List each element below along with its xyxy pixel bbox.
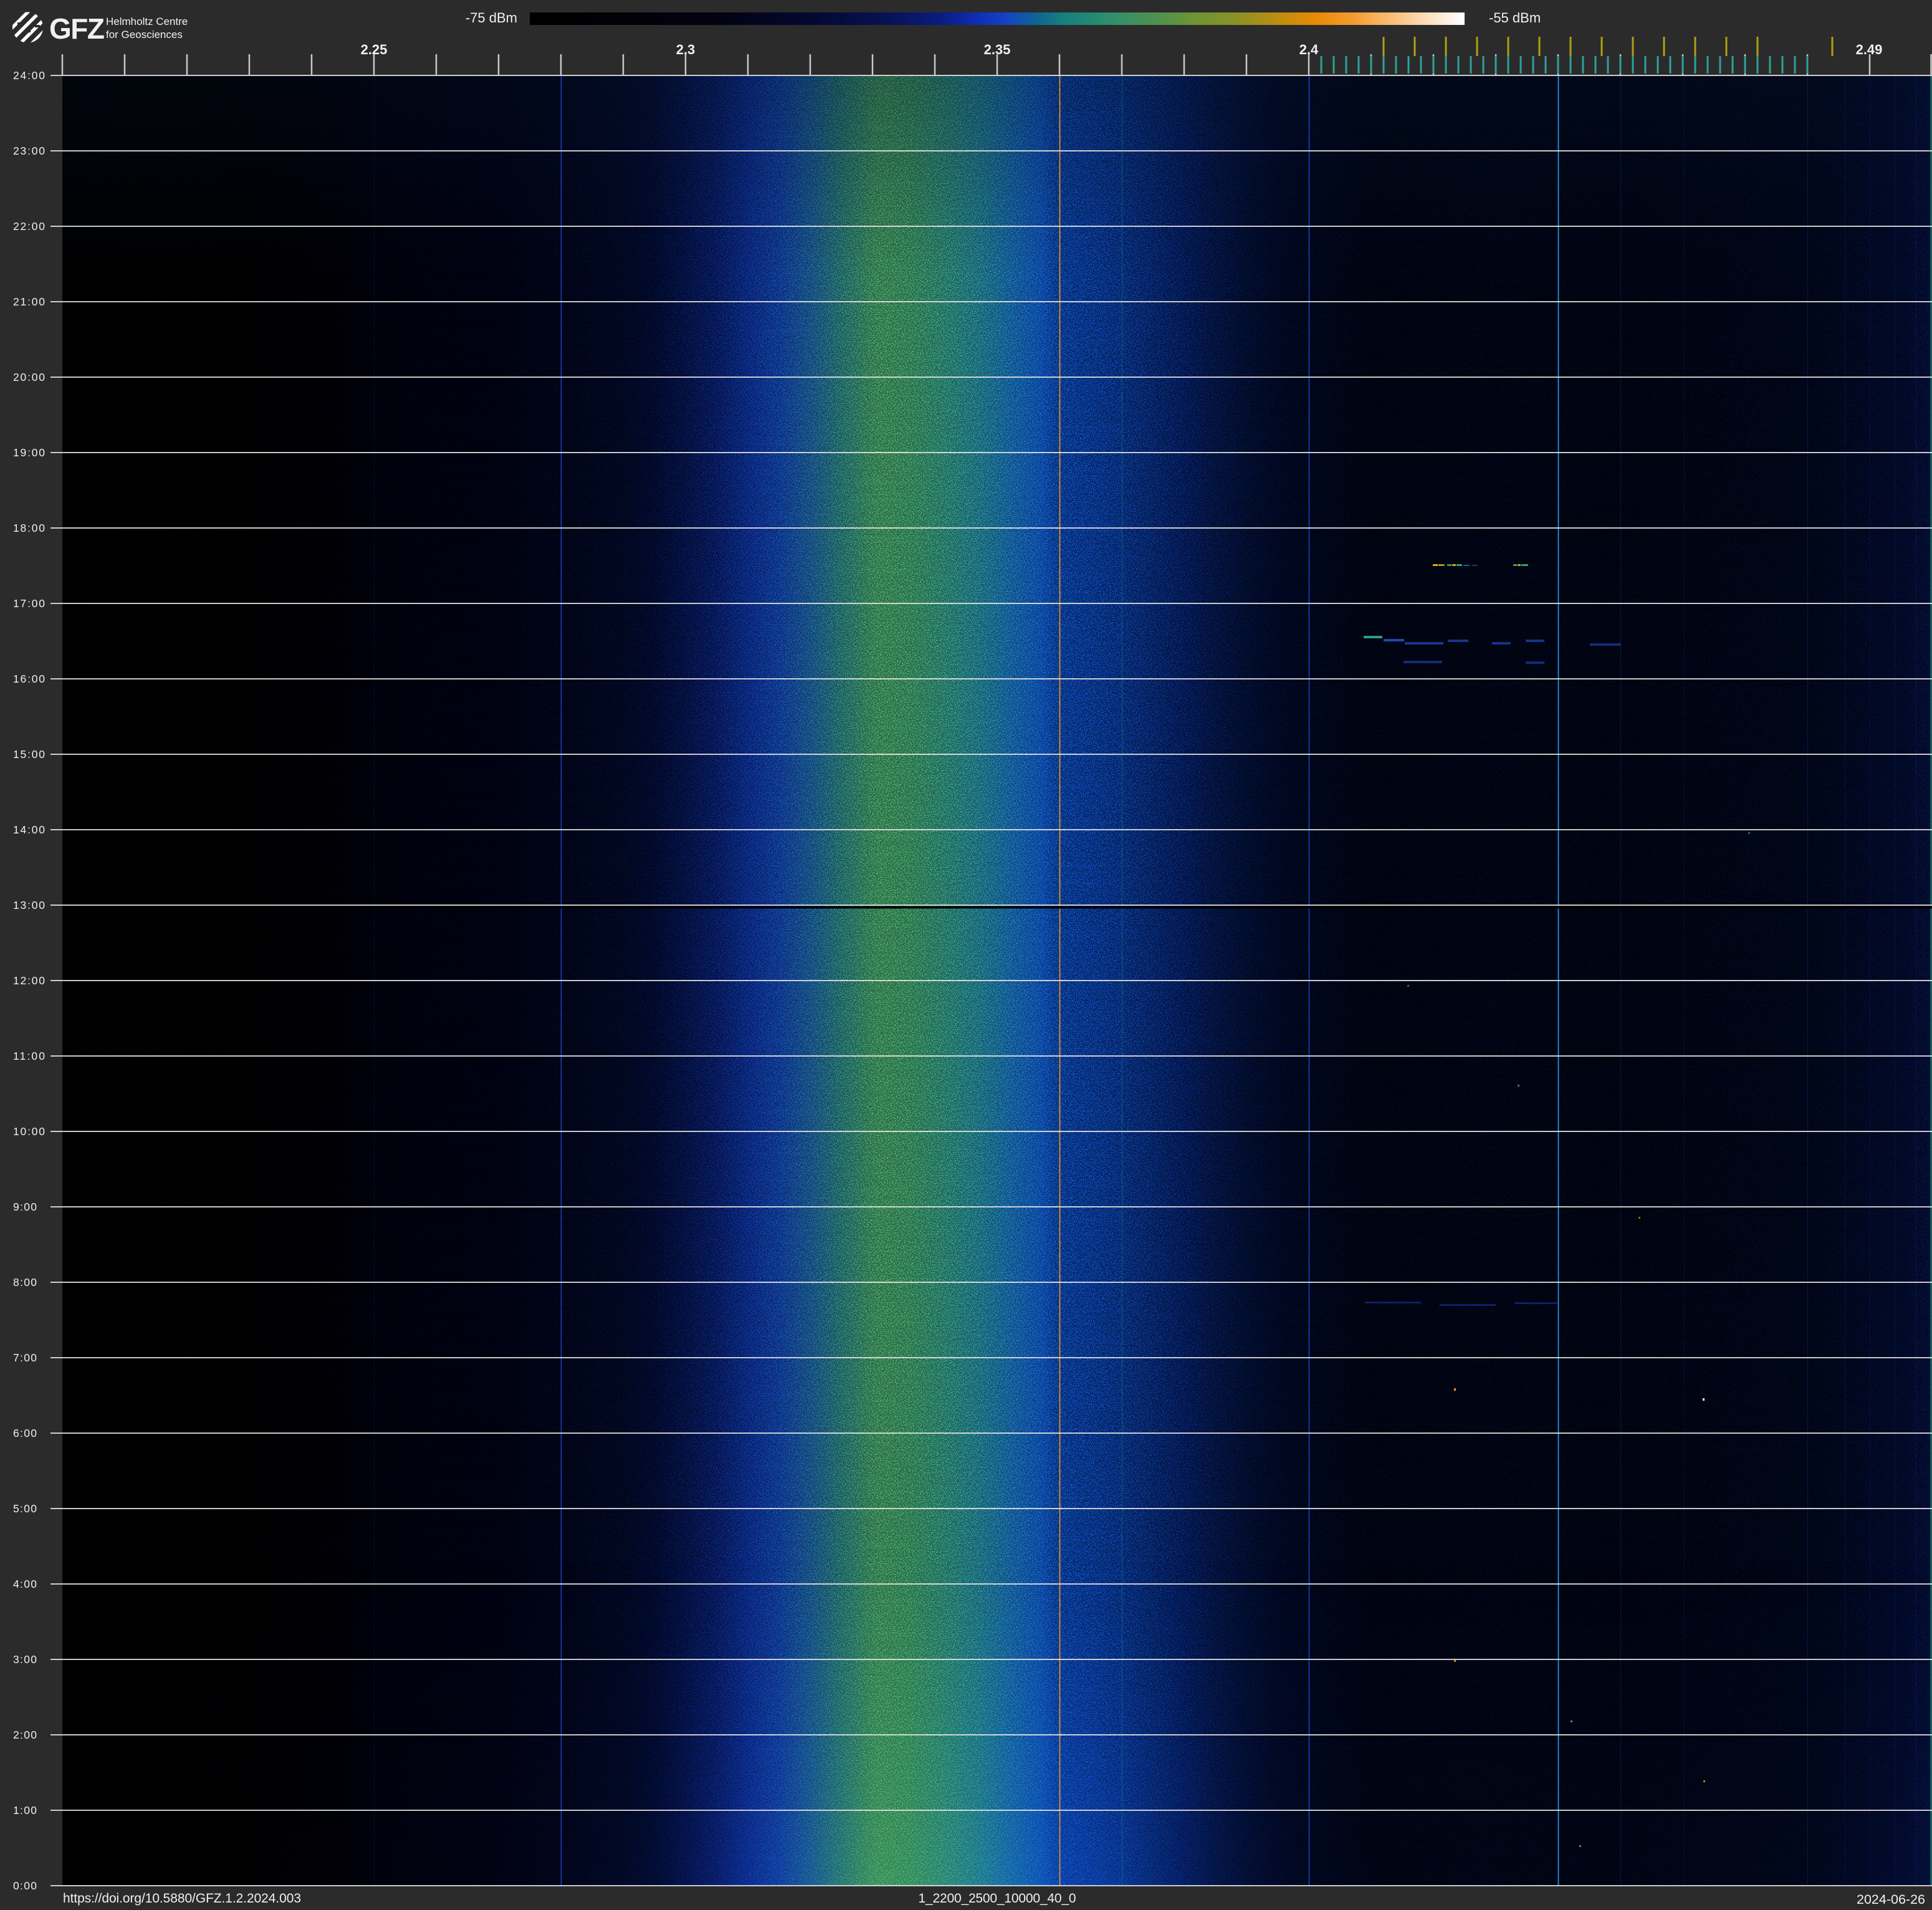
svg-text:1:00: 1:00 xyxy=(13,1804,37,1816)
svg-text:2.4: 2.4 xyxy=(1299,42,1319,57)
svg-text:9:00: 9:00 xyxy=(13,1201,37,1213)
svg-text:13:00: 13:00 xyxy=(13,899,45,911)
svg-text:-75 dBm: -75 dBm xyxy=(466,10,517,26)
svg-text:Helmholtz Centre: Helmholtz Centre xyxy=(106,16,188,27)
svg-text:5:00: 5:00 xyxy=(13,1502,37,1515)
svg-text:2.25: 2.25 xyxy=(361,42,388,57)
svg-text:https://doi.org/10.5880/GFZ.1.: https://doi.org/10.5880/GFZ.1.2.2024.003 xyxy=(63,1891,301,1906)
svg-text:7:00: 7:00 xyxy=(13,1351,37,1364)
svg-text:2.49: 2.49 xyxy=(1856,42,1883,57)
svg-text:16:00: 16:00 xyxy=(13,673,45,685)
svg-text:2:00: 2:00 xyxy=(13,1729,37,1741)
svg-text:20:00: 20:00 xyxy=(13,371,45,383)
svg-text:1_2200_2500_10000_40_0: 1_2200_2500_10000_40_0 xyxy=(919,1891,1076,1906)
svg-text:15:00: 15:00 xyxy=(13,748,45,761)
svg-text:11:00: 11:00 xyxy=(13,1050,45,1062)
svg-text:10:00: 10:00 xyxy=(13,1125,45,1138)
svg-text:24:00: 24:00 xyxy=(13,69,45,82)
svg-text:0:00: 0:00 xyxy=(13,1879,37,1892)
svg-text:4:00: 4:00 xyxy=(13,1578,37,1590)
svg-text:8:00: 8:00 xyxy=(13,1276,37,1289)
svg-text:for Geosciences: for Geosciences xyxy=(106,29,183,41)
svg-text:3:00: 3:00 xyxy=(13,1653,37,1666)
svg-text:18:00: 18:00 xyxy=(13,522,45,534)
svg-text:2.35: 2.35 xyxy=(984,42,1011,57)
svg-text:GFZ: GFZ xyxy=(49,12,104,45)
svg-text:19:00: 19:00 xyxy=(13,446,45,459)
svg-text:23:00: 23:00 xyxy=(13,145,45,157)
svg-text:-55 dBm: -55 dBm xyxy=(1489,10,1541,26)
svg-text:12:00: 12:00 xyxy=(13,974,45,987)
svg-text:2024-06-26: 2024-06-26 xyxy=(1857,1892,1925,1907)
svg-text:21:00: 21:00 xyxy=(13,295,45,308)
svg-text:2.3: 2.3 xyxy=(676,42,696,57)
svg-text:17:00: 17:00 xyxy=(13,597,45,610)
svg-text:6:00: 6:00 xyxy=(13,1427,37,1439)
svg-text:22:00: 22:00 xyxy=(13,220,45,233)
svg-text:14:00: 14:00 xyxy=(13,823,45,836)
